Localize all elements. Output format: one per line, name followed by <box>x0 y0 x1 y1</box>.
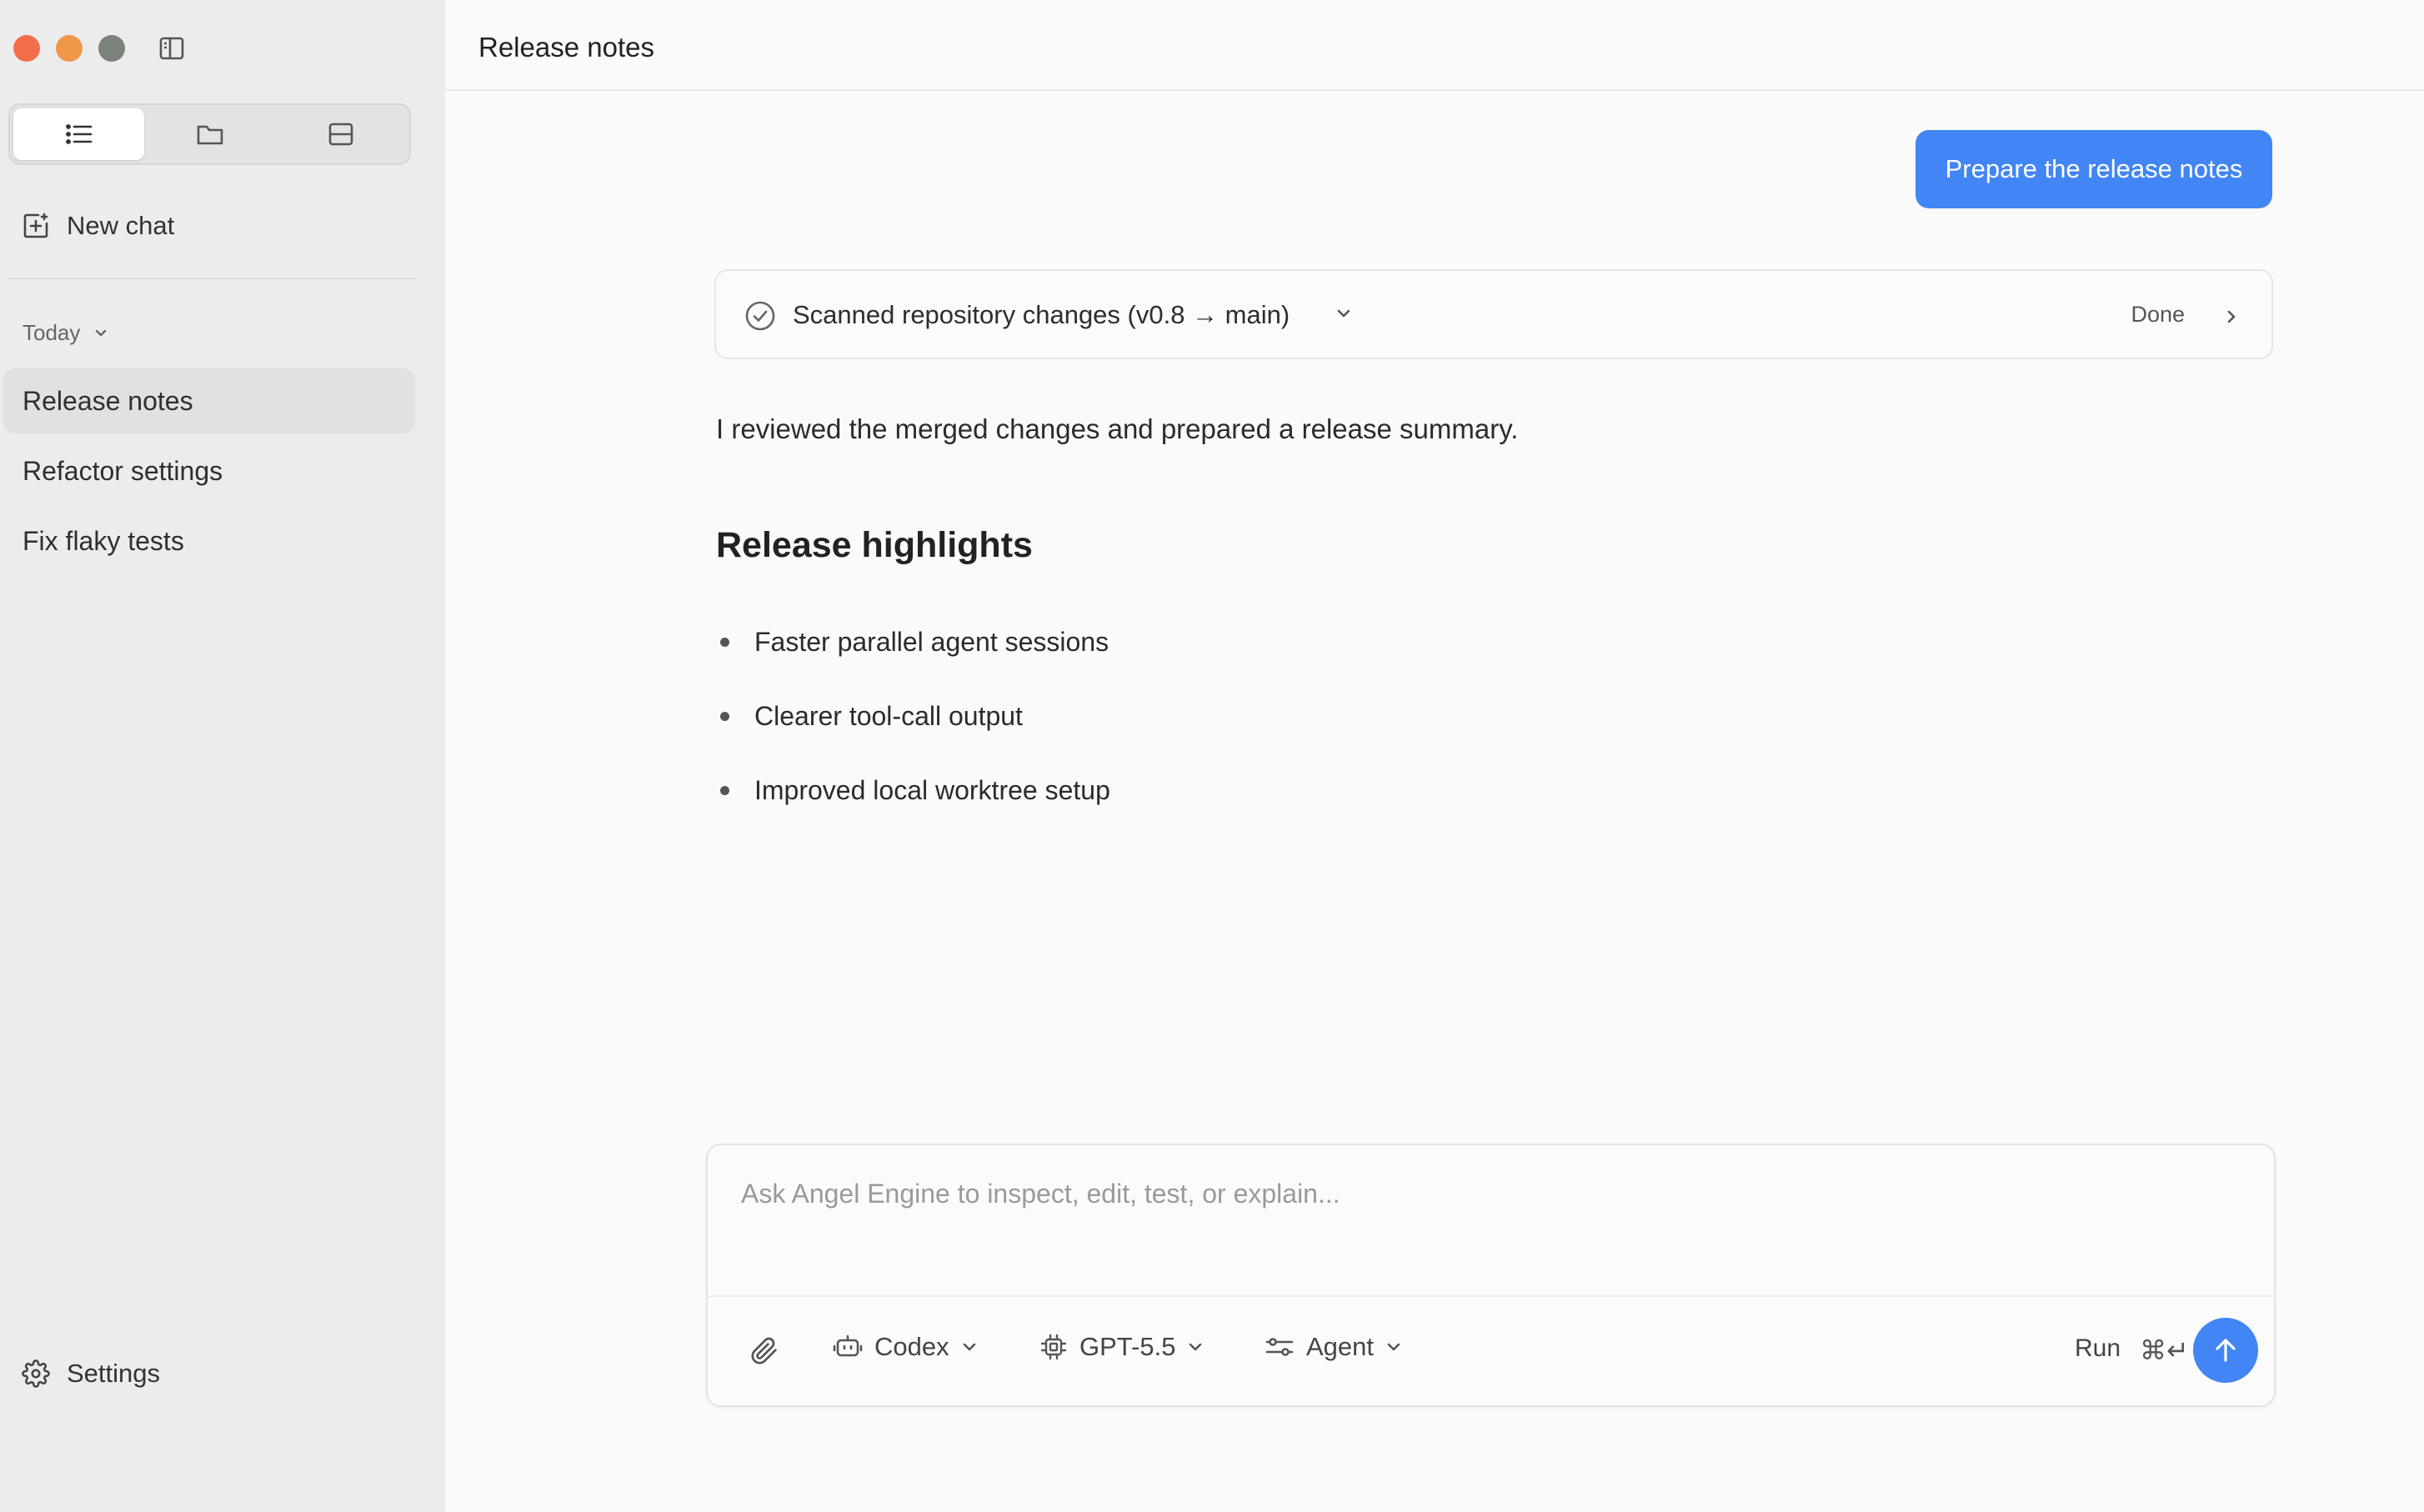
prompt-input[interactable] <box>708 1145 2274 1297</box>
model-picker[interactable]: GPT-5.5 <box>1039 1332 1204 1362</box>
sidebar-item-fix-flaky-tests[interactable]: Fix flaky tests <box>3 508 415 573</box>
assistant-heading: Release highlights <box>716 525 1033 565</box>
sidebar-toggle-icon[interactable] <box>158 34 186 63</box>
bullet-icon <box>720 638 729 647</box>
send-button[interactable] <box>2193 1318 2258 1383</box>
new-chat-button[interactable]: New chat <box>22 211 174 241</box>
panel-icon <box>328 122 354 147</box>
settings-button[interactable]: Settings <box>22 1359 160 1389</box>
new-chat-label: New chat <box>67 211 175 240</box>
tool-call-status: Done <box>2131 302 2185 327</box>
agent-picker-label: Codex <box>874 1332 949 1361</box>
page-title: Release notes <box>478 32 654 63</box>
chevron-down-icon <box>961 1341 978 1353</box>
bullet-icon <box>720 786 729 795</box>
sidebar-divider <box>8 278 417 279</box>
settings-label: Settings <box>67 1359 161 1388</box>
tab-panel-view[interactable] <box>275 108 406 160</box>
sliders-icon <box>1265 1333 1295 1361</box>
list-item: Faster parallel agent sessions <box>720 605 1110 679</box>
sidebar-item-release-notes[interactable]: Release notes <box>3 368 415 433</box>
composer: Codex GPT-5.5 <box>706 1144 2276 1407</box>
robot-icon <box>833 1333 863 1361</box>
bullet-icon <box>720 712 729 721</box>
list-icon <box>65 122 93 147</box>
gear-icon <box>22 1359 50 1388</box>
list-item: Clearer tool-call output <box>720 679 1110 753</box>
list-item-text: Clearer tool-call output <box>754 701 1023 731</box>
agent-picker[interactable]: Codex <box>833 1332 978 1362</box>
chip-icon <box>1039 1333 1068 1361</box>
sidebar-item-label: Release notes <box>23 385 193 416</box>
assistant-intro: I reviewed the merged changes and prepar… <box>716 413 1519 444</box>
tool-call-card[interactable]: Scanned repository changes (v0.8 → main)… <box>714 269 2273 359</box>
check-circle-icon <box>744 300 776 332</box>
model-picker-label: GPT-5.5 <box>1079 1332 1176 1361</box>
sidebar: New chat Today Release notes Refactor se… <box>0 0 445 1512</box>
arrow-up-icon <box>2211 1335 2240 1365</box>
sidebar-item-label: Refactor settings <box>23 455 223 486</box>
minimize-window-button[interactable] <box>56 35 83 62</box>
list-item: Improved local worktree setup <box>720 753 1110 828</box>
sidebar-item-label: Fix flaky tests <box>23 525 184 556</box>
new-chat-icon <box>22 212 50 240</box>
paperclip-icon[interactable] <box>750 1337 779 1365</box>
chevron-right-icon[interactable] <box>2225 308 2238 326</box>
sidebar-view-switcher <box>8 103 411 165</box>
mode-picker[interactable]: Agent <box>1265 1332 1402 1362</box>
sidebar-item-refactor-settings[interactable]: Refactor settings <box>3 438 415 503</box>
chevron-down-icon <box>1187 1341 1204 1353</box>
window-controls <box>13 35 125 62</box>
run-label: Run <box>2075 1334 2121 1362</box>
highlights-list: Faster parallel agent sessions Clearer t… <box>720 605 1110 828</box>
section-today-toggle[interactable]: Today <box>23 320 108 346</box>
tab-list-view[interactable] <box>13 108 144 160</box>
folder-icon <box>196 122 224 147</box>
mode-picker-label: Agent <box>1306 1332 1375 1361</box>
user-message-bubble: Prepare the release notes <box>1916 130 2272 208</box>
tool-call-label: Scanned repository changes (v0.8 → main) <box>793 300 1290 329</box>
chevron-down-icon[interactable] <box>1335 308 1353 321</box>
top-bar: Release notes <box>445 0 2424 91</box>
chevron-down-icon <box>1385 1341 1402 1353</box>
list-item-text: Faster parallel agent sessions <box>754 627 1109 657</box>
chevron-down-icon <box>93 328 108 338</box>
list-item-text: Improved local worktree setup <box>754 775 1110 805</box>
close-window-button[interactable] <box>13 35 40 62</box>
user-message-text: Prepare the release notes <box>1945 154 2243 183</box>
main-panel: Release notes Prepare the release notes … <box>445 0 2424 1512</box>
section-label: Today <box>23 320 81 345</box>
zoom-window-button[interactable] <box>98 35 125 62</box>
tab-folder-view[interactable] <box>144 108 275 160</box>
run-shortcut: ⌘↵ <box>2140 1334 2189 1366</box>
